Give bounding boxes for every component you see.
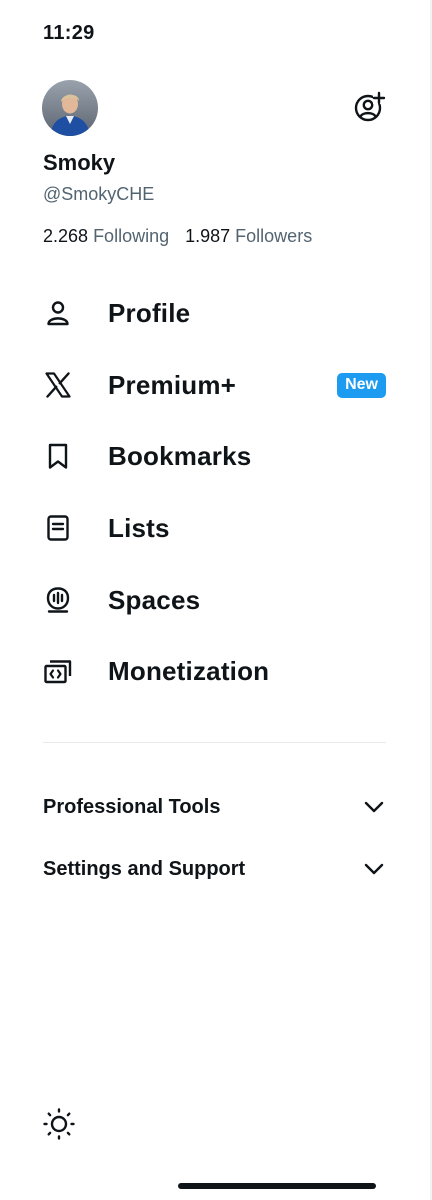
- avatar-image: [42, 80, 98, 136]
- nav-item-bookmarks[interactable]: Bookmarks: [42, 428, 388, 484]
- section-label-settings-support: Settings and Support: [43, 857, 246, 880]
- follow-stats: 2.268 Following 1.987 Followers: [43, 226, 312, 247]
- divider: [43, 742, 386, 743]
- nav-label-lists: Lists: [108, 512, 170, 543]
- following-count: 2.268: [43, 226, 89, 246]
- user-handle: @SmokyCHE: [43, 184, 155, 204]
- section-label-professional-tools: Professional Tools: [43, 795, 221, 818]
- display-name[interactable]: Smoky: [43, 150, 115, 176]
- side-drawer: 11:29 Smoky @SmokyCHE 2.268 Following 1.…: [0, 0, 430, 1200]
- nav-label-spaces: Spaces: [108, 584, 201, 615]
- settings-support-toggle[interactable]: Settings and Support: [43, 849, 386, 889]
- following-label: Following: [93, 226, 170, 246]
- x-logo-icon: [42, 369, 74, 401]
- followers-link[interactable]: 1.987 Followers: [185, 226, 312, 247]
- person-icon: [42, 297, 74, 329]
- nav-item-monetization[interactable]: Monetization: [42, 643, 388, 699]
- avatar[interactable]: [42, 80, 98, 136]
- add-account-icon: [354, 91, 386, 122]
- followers-label: Followers: [235, 226, 313, 246]
- nav-label-bookmarks: Bookmarks: [108, 440, 252, 471]
- home-indicator[interactable]: [178, 1183, 376, 1189]
- sun-icon: [43, 1108, 75, 1140]
- spaces-icon: [42, 584, 74, 616]
- nav-item-spaces[interactable]: Spaces: [42, 572, 388, 628]
- money-icon: [42, 655, 74, 687]
- theme-toggle-button[interactable]: [41, 1106, 77, 1142]
- bookmark-icon: [42, 440, 74, 472]
- chevron-down-icon: [364, 863, 384, 875]
- followers-count: 1.987: [185, 226, 231, 246]
- following-link[interactable]: 2.268 Following: [43, 226, 169, 247]
- nav-label-monetization: Monetization: [108, 655, 270, 686]
- add-account-button[interactable]: [352, 90, 386, 124]
- nav-item-lists[interactable]: Lists: [42, 500, 388, 556]
- status-bar-time: 11:29: [43, 22, 95, 44]
- new-badge: New: [337, 372, 386, 398]
- nav-label-premium: Premium+: [108, 369, 237, 400]
- nav-item-profile[interactable]: Profile: [42, 285, 388, 341]
- list-icon: [42, 512, 74, 544]
- professional-tools-toggle[interactable]: Professional Tools: [43, 787, 386, 827]
- nav-item-premium[interactable]: Premium+ New: [42, 357, 388, 413]
- nav-label-profile: Profile: [108, 297, 191, 328]
- chevron-down-icon: [364, 801, 384, 813]
